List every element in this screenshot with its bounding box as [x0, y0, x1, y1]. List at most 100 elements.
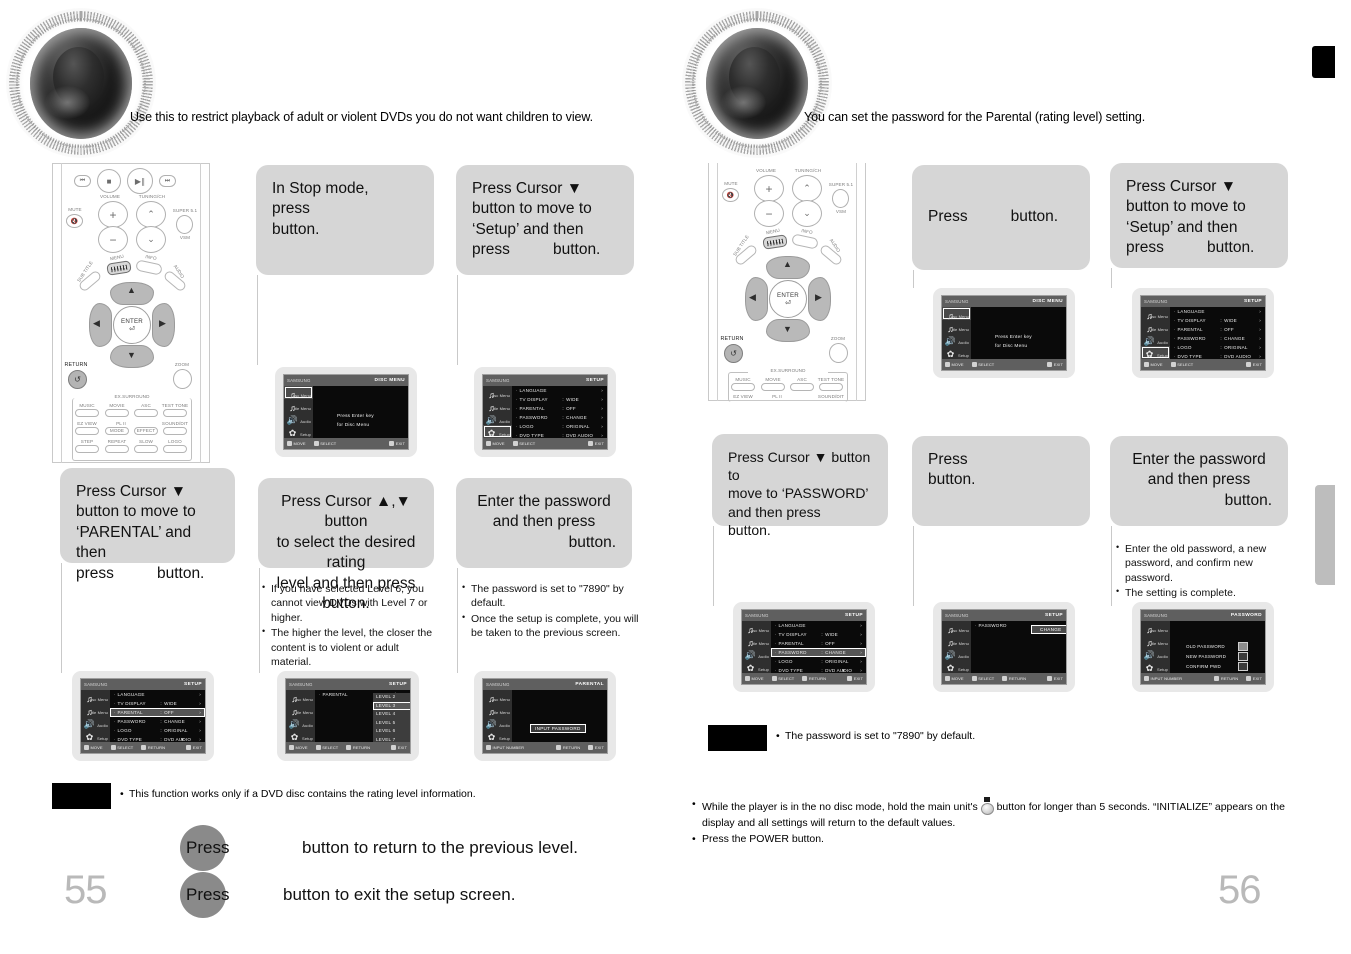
osd-sidebar-item-audio[interactable]: 🔊 Audio	[1141, 333, 1170, 346]
osd-row-parental[interactable]: · PARENTAL: OFF ›	[771, 639, 866, 648]
play-pause-button[interactable]: ▶∥	[127, 168, 153, 194]
osd-sidebar-item-disc-menu[interactable]: ♫ Disc Menu	[81, 690, 110, 704]
osd-row-tv-display[interactable]: · TV DISPLAY: WIDE ›	[1170, 316, 1265, 325]
return-button[interactable]: ↺	[68, 370, 87, 389]
osd-sidebar-item-title-menu[interactable]: ♫ Title Menu	[284, 399, 313, 413]
osd-sidebar-item-disc-menu[interactable]: ♫ Disc Menu	[942, 307, 971, 321]
osd-row-password[interactable]: · PASSWORD: CHANGE ›	[110, 717, 205, 726]
osd-sidebar-item-title-menu[interactable]: ♫ Title Menu	[942, 634, 971, 648]
prev-button[interactable]: ⏮	[74, 175, 91, 187]
osd-row-tv-display[interactable]: · TV DISPLAY: WIDE ›	[512, 395, 607, 404]
enter-button[interactable]: ENTER ⏎	[113, 306, 151, 344]
osd-sidebar-item-setup[interactable]: ✿ Setup	[742, 660, 771, 673]
osd-sidebar-item-audio[interactable]: 🔊 Audio	[942, 333, 971, 346]
osd-row-language[interactable]: · LANGUAGE ›	[771, 621, 866, 630]
osd-row-parental[interactable]: · PARENTAL: OFF ›	[512, 404, 607, 413]
asc-button[interactable]	[134, 409, 158, 417]
osd-sidebar-item-audio[interactable]: 🔊 Audio	[1141, 647, 1170, 660]
osd-row-parental[interactable]: · PARENTAL: OFF ›	[1170, 325, 1265, 334]
dpad[interactable]: ▲ ▼ ◀ ▶ ENTER ⏎	[744, 255, 831, 342]
volume-down-button[interactable]: −	[98, 226, 128, 253]
osd-sidebar-item-setup[interactable]: ✿ Setup	[81, 729, 110, 742]
osd-sidebar-item-title-menu[interactable]: ♫ Title Menu	[1141, 634, 1170, 648]
osd-sidebar-item-audio[interactable]: 🔊 Audio	[483, 412, 512, 425]
osd-sidebar-item-title-menu[interactable]: ♫ Title Menu	[742, 634, 771, 648]
osd-row-password[interactable]: · PASSWORD: CHANGE ›	[1170, 334, 1265, 343]
osd-level-item[interactable]: LEVEL 2	[373, 693, 410, 702]
osd-level-item[interactable]: LEVEL 4	[373, 710, 410, 719]
osd-row-password[interactable]: · PASSWORD: CHANGE ›	[512, 413, 607, 422]
zoom-button[interactable]	[829, 343, 848, 363]
osd-level-item[interactable]: LEVEL 5	[373, 718, 410, 728]
osd-sidebar-item-disc-menu[interactable]: ♫ Disc Menu	[483, 386, 512, 400]
osd-sidebar-item-audio[interactable]: 🔊 Audio	[286, 716, 315, 729]
osd-sidebar-item-setup[interactable]: ✿ Setup	[942, 346, 971, 359]
osd-password-box[interactable]	[1238, 651, 1248, 661]
osd-sidebar-item-title-menu[interactable]: ♫ Title Menu	[483, 399, 512, 413]
osd-sidebar-item-audio[interactable]: 🔊 Audio	[284, 412, 313, 425]
osd-row-tv-display[interactable]: · TV DISPLAY: WIDE ›	[110, 699, 205, 708]
osd-sidebar-item-setup[interactable]: ✿ Setup	[942, 660, 971, 673]
osd-sidebar-item-disc-menu[interactable]: ♫ Disc Menu	[286, 690, 315, 704]
osd-sidebar-item-setup[interactable]: ✿ Setup	[1141, 660, 1170, 673]
enter-button[interactable]: ENTER ⏎	[769, 280, 807, 318]
test-tone-button[interactable]	[163, 409, 187, 417]
osd-sidebar-item-setup[interactable]: ✿ Setup	[483, 425, 512, 438]
osd-password-row-old[interactable]: OLD PASSWORD	[1186, 641, 1248, 651]
osd-row-language[interactable]: · LANGUAGE ›	[110, 690, 205, 699]
osd-level-item-selected[interactable]: LEVEL 3	[373, 701, 410, 711]
dpad[interactable]: ▲ ▼ ◀ ▶ ENTER ⏎	[88, 281, 175, 368]
stop-button[interactable]: ■	[97, 169, 121, 193]
music-button[interactable]	[731, 383, 755, 391]
movie-button[interactable]	[105, 409, 129, 417]
osd-sidebar-item-audio[interactable]: 🔊 Audio	[742, 647, 771, 660]
osd-sidebar-item-setup[interactable]: ✿ Setup	[1141, 346, 1170, 359]
osd-sidebar-item-disc-menu[interactable]: ♫ Disc Menu	[942, 621, 971, 635]
osd-sidebar-item-setup[interactable]: ✿ Setup	[286, 729, 315, 742]
tuning-up-button[interactable]: ⌃	[136, 201, 166, 228]
osd-sidebar-item-title-menu[interactable]: ♫ Title Menu	[286, 703, 315, 717]
super51-button[interactable]	[832, 189, 849, 208]
osd-sidebar-item-disc-menu[interactable]: ♫ Disc Menu	[1141, 307, 1170, 321]
osd-sidebar-item-setup[interactable]: ✿ Setup	[284, 425, 313, 438]
sound-edit-button[interactable]	[163, 427, 187, 435]
mute-button[interactable]: 🔇	[66, 214, 83, 228]
osd-sidebar-item-title-menu[interactable]: ♫ Title Menu	[1141, 320, 1170, 334]
zoom-button[interactable]	[173, 369, 192, 389]
osd-row-language[interactable]: · LANGUAGE ›	[1170, 307, 1265, 316]
osd-sidebar-item-title-menu[interactable]: ♫ Title Menu	[942, 320, 971, 334]
osd-sidebar-item-title-menu[interactable]: ♫ Title Menu	[483, 703, 512, 717]
movie-button[interactable]	[761, 383, 785, 391]
osd-password-row-new[interactable]: NEW PASSWORD	[1186, 651, 1248, 661]
osd-password-box[interactable]	[1238, 661, 1248, 671]
music-button[interactable]	[75, 409, 99, 417]
osd-sidebar-item-audio[interactable]: 🔊 Audio	[81, 716, 110, 729]
osd-row-logo[interactable]: · LOGO: ORIGINAL ›	[110, 726, 205, 735]
ez-view-button[interactable]	[75, 427, 99, 435]
repeat-button[interactable]	[105, 445, 129, 453]
test-tone-button[interactable]	[819, 383, 843, 391]
osd-row-language[interactable]: · LANGUAGE ›	[512, 386, 607, 395]
osd-row-parental[interactable]: · PARENTAL: OFF ›	[110, 708, 205, 717]
osd-sidebar-item-disc-menu[interactable]: ♫ Disc Menu	[483, 690, 512, 704]
osd-level-item[interactable]: LEVEL 6	[373, 727, 410, 736]
osd-sidebar-item-setup[interactable]: ✿ Setup	[483, 729, 512, 742]
osd-row-logo[interactable]: · LOGO: ORIGINAL ›	[771, 657, 866, 666]
tuning-up-button[interactable]: ⌃	[792, 175, 822, 202]
osd-sidebar-item-disc-menu[interactable]: ♫ Disc Menu	[742, 621, 771, 635]
osd-sidebar-item-audio[interactable]: 🔊 Audio	[942, 647, 971, 660]
return-button[interactable]: ↺	[724, 344, 743, 363]
osd-password-box[interactable]	[1238, 641, 1248, 651]
logo-button[interactable]	[163, 445, 187, 453]
asc-button[interactable]	[790, 383, 814, 391]
osd-sidebar-item-disc-menu[interactable]: ♫ Disc Menu	[284, 386, 313, 400]
osd-password-row-confirm[interactable]: CONFIRM PWD	[1186, 661, 1248, 671]
osd-row-password[interactable]: · PASSWORD: CHANGE ›	[771, 648, 866, 657]
next-button[interactable]: ⏭	[159, 175, 176, 187]
slow-button[interactable]	[134, 445, 158, 453]
tuning-down-button[interactable]: ⌄	[792, 200, 822, 227]
osd-sidebar-item-audio[interactable]: 🔊 Audio	[483, 716, 512, 729]
osd-password-change-value[interactable]: CHANGE	[1031, 625, 1066, 634]
step-button[interactable]	[75, 445, 99, 453]
volume-down-button[interactable]: −	[754, 200, 784, 227]
